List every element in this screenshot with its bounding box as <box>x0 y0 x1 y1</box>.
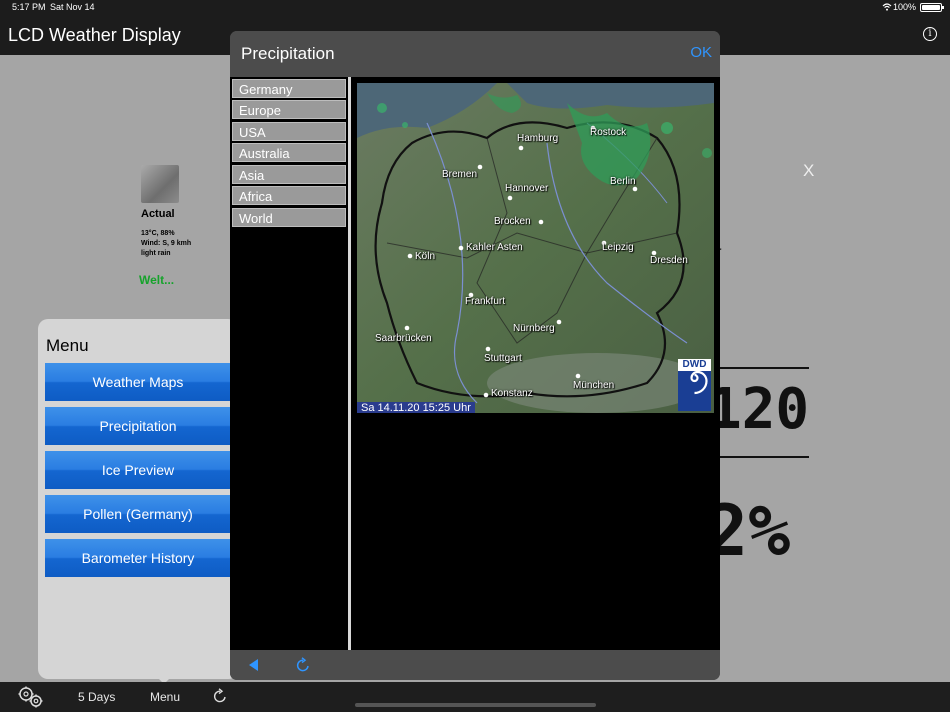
lcd-divider <box>712 367 809 369</box>
region-germany[interactable]: Germany <box>232 79 346 98</box>
back-arrow-icon[interactable] <box>249 659 258 671</box>
refresh-icon[interactable] <box>212 688 228 704</box>
precipitation-modal: Precipitation OK Germany Europe USA Aust… <box>230 31 720 680</box>
region-usa[interactable]: USA <box>232 122 346 141</box>
map-city-label: Stuttgart <box>484 353 522 364</box>
menu-tab[interactable]: Menu <box>150 690 180 704</box>
menu-weather-maps-button[interactable]: Weather Maps <box>45 363 231 401</box>
close-button[interactable]: X <box>803 161 814 181</box>
map-city-label: Brocken <box>494 216 531 227</box>
wifi-icon <box>882 3 892 11</box>
dwd-swirl-icon <box>690 370 708 395</box>
modal-footer <box>230 650 720 680</box>
ok-button[interactable]: OK <box>690 44 712 61</box>
map-city-label: Dresden <box>650 255 688 266</box>
map-city-label: Nürnberg <box>513 323 555 334</box>
map-city-label: München <box>573 380 615 391</box>
weather-condition-icon <box>141 165 179 203</box>
dwd-logo: DWD <box>678 359 711 411</box>
modal-header: Precipitation OK <box>230 31 720 77</box>
home-indicator <box>355 703 596 707</box>
world-link[interactable]: Welt... <box>139 273 174 287</box>
precipitation-map: Hamburg Rostock Bremen Berlin Hannover B… <box>357 83 714 413</box>
menu-pollen-button[interactable]: Pollen (Germany) <box>45 495 231 533</box>
region-asia[interactable]: Asia <box>232 165 346 184</box>
map-city-label: Frankfurt <box>465 296 506 307</box>
app-title: LCD Weather Display <box>8 25 181 45</box>
menu-precipitation-button[interactable]: Precipitation <box>45 407 231 445</box>
region-list: Germany Europe USA Australia Asia Africa… <box>230 77 348 650</box>
region-africa[interactable]: Africa <box>232 186 346 205</box>
map-city-label: Bremen <box>442 169 478 180</box>
menu-popover: Menu Weather Maps Precipitation Ice Prev… <box>38 319 238 679</box>
map-city-label: Hamburg <box>517 133 559 144</box>
settings-gears-icon[interactable] <box>16 685 46 709</box>
status-time: 5:17 PM <box>12 2 46 12</box>
modal-body: Germany Europe USA Australia Asia Africa… <box>230 77 720 650</box>
battery-icon <box>920 3 944 12</box>
bottom-toolbar: 5 Days Menu <box>0 682 950 712</box>
lcd-divider <box>712 456 809 458</box>
map-timestamp: Sa 14.11.20 15:25 Uhr <box>357 402 475 413</box>
map-city-label: Leipzig <box>602 242 634 253</box>
map-city-label: Hannover <box>505 183 549 194</box>
actual-temp-humidity: 13°C, 88% <box>141 230 175 237</box>
split-divider[interactable] <box>348 77 351 650</box>
map-city-label: Saarbrücken <box>375 333 432 344</box>
actual-weather-info: 13°C, 88% Wind: S, 9 kmh light rain <box>141 229 221 259</box>
status-date: Sat Nov 14 <box>50 2 95 12</box>
actual-title: Actual <box>141 208 175 220</box>
region-europe[interactable]: Europe <box>232 100 346 119</box>
map-city-label: Rostock <box>590 127 627 138</box>
five-days-tab[interactable]: 5 Days <box>78 690 115 704</box>
menu-ice-preview-button[interactable]: Ice Preview <box>45 451 231 489</box>
actual-condition: light rain <box>141 250 171 257</box>
region-australia[interactable]: Australia <box>232 143 346 162</box>
status-bar: 5:17 PM Sat Nov 14 100% <box>0 0 950 14</box>
menu-title: Menu <box>46 336 89 355</box>
region-world[interactable]: World <box>232 208 346 227</box>
menu-barometer-history-button[interactable]: Barometer History <box>45 539 231 577</box>
map-city-label: Konstanz <box>491 388 533 399</box>
battery-percentage: 100% <box>892 2 916 12</box>
modal-title: Precipitation <box>241 44 335 63</box>
refresh-icon[interactable] <box>295 657 311 673</box>
map-city-label: Berlin <box>610 176 636 187</box>
lcd-value: 120 <box>708 377 810 442</box>
map-city-label: Kahler Asten <box>466 242 523 253</box>
actual-wind: Wind: S, 9 kmh <box>141 240 192 247</box>
info-icon[interactable]: i <box>923 27 937 41</box>
map-city-label: Köln <box>415 251 436 262</box>
